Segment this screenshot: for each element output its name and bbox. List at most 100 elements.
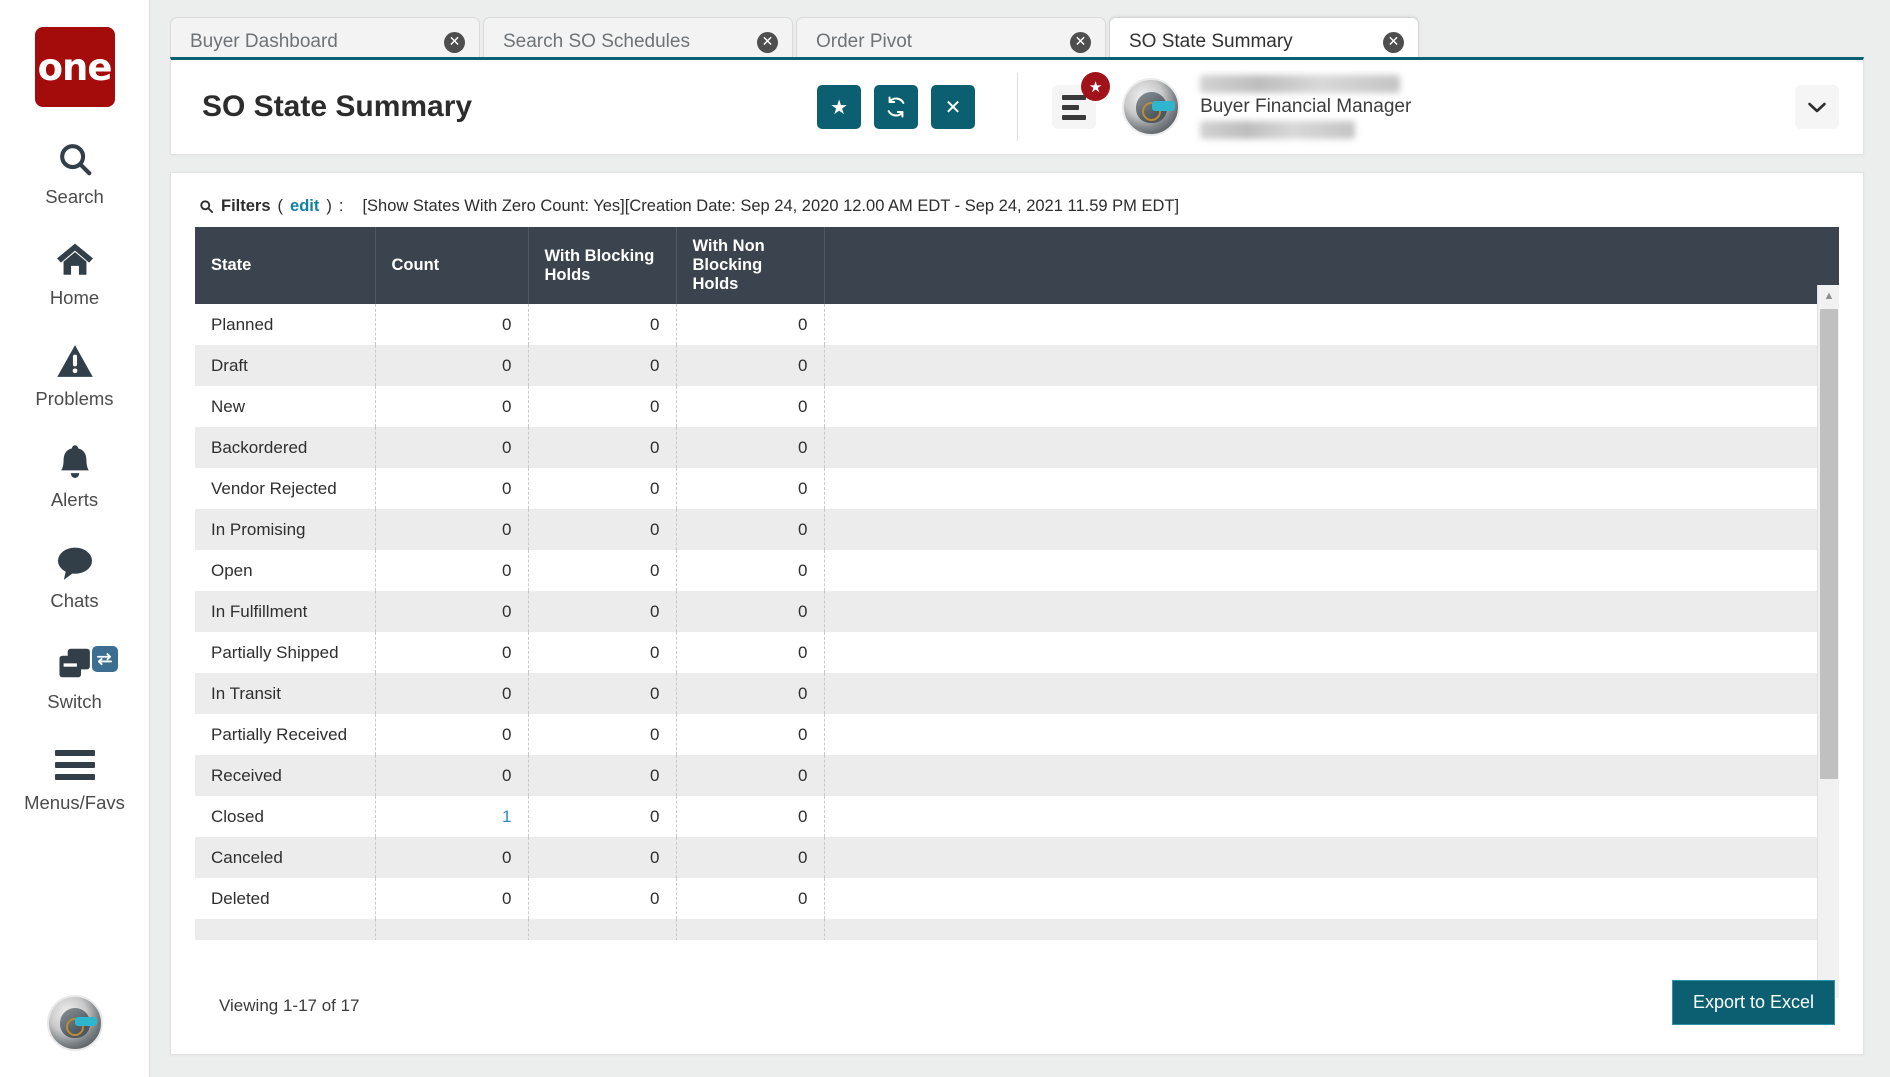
cell-filler <box>824 878 1839 919</box>
cell-with-non-blocking-holds: 0 <box>676 878 824 919</box>
close-icon[interactable]: ✕ <box>444 32 465 53</box>
cell-count: 0 <box>375 386 528 427</box>
cell-state: In Transit <box>195 673 375 714</box>
cell-empty <box>676 919 824 940</box>
column-header-state[interactable]: State <box>195 227 375 304</box>
menu-button[interactable]: ★ <box>1052 85 1096 129</box>
main-area: Buyer Dashboard ✕ Search SO Schedules ✕ … <box>150 0 1890 1077</box>
table-row: Backordered000 <box>195 427 1839 468</box>
cell-with-blocking-holds: 0 <box>528 386 676 427</box>
cell-state: Open <box>195 550 375 591</box>
count-link[interactable]: 1 <box>502 807 511 826</box>
table-row: New000 <box>195 386 1839 427</box>
close-button[interactable]: ✕ <box>931 85 975 129</box>
cell-filler <box>824 755 1839 796</box>
table-row: Vendor Rejected000 <box>195 468 1839 509</box>
filters-edit-link[interactable]: edit <box>290 197 319 216</box>
sidebar-item-search[interactable]: Search <box>0 139 150 208</box>
sidebar-item-alerts[interactable]: Alerts <box>0 442 150 511</box>
scrollbar-thumb[interactable] <box>1820 309 1838 779</box>
tab-label: SO State Summary <box>1129 31 1383 53</box>
page-header: SO State Summary ★ ✕ <box>170 57 1864 155</box>
user-menu-chevron-down-icon[interactable] <box>1795 85 1839 129</box>
cell-with-non-blocking-holds: 0 <box>676 632 824 673</box>
cell-count: 0 <box>375 509 528 550</box>
left-sidebar: one Search Home <box>0 0 150 1077</box>
cell-with-blocking-holds: 0 <box>528 755 676 796</box>
table-row: In Promising000 <box>195 509 1839 550</box>
cell-filler <box>824 796 1839 837</box>
swap-arrows-icon[interactable] <box>92 646 118 672</box>
sidebar-item-chats[interactable]: Chats <box>0 543 150 612</box>
cell-state: Vendor Rejected <box>195 468 375 509</box>
cell-filler <box>824 427 1839 468</box>
cell-count: 0 <box>375 673 528 714</box>
sidebar-item-menus-favs[interactable]: Menus/Favs <box>0 745 150 814</box>
cell-filler <box>824 386 1839 427</box>
cell-with-blocking-holds: 0 <box>528 550 676 591</box>
sidebar-item-switch[interactable]: Switch <box>0 644 150 713</box>
cell-with-non-blocking-holds: 0 <box>676 796 824 837</box>
favorite-button[interactable]: ★ <box>817 85 861 129</box>
chat-bubble-icon <box>55 543 95 583</box>
sidebar-avatar[interactable] <box>47 995 103 1051</box>
cell-with-blocking-holds: 0 <box>528 632 676 673</box>
filters-colon: : <box>339 197 344 216</box>
cell-state: Partially Shipped <box>195 632 375 673</box>
cell-filler <box>824 345 1839 386</box>
cell-filler <box>824 550 1839 591</box>
table-body: Planned000Draft000New000Backordered000Ve… <box>195 304 1839 940</box>
sidebar-item-label: Menus/Favs <box>24 792 125 814</box>
column-header-count[interactable]: Count <box>375 227 528 304</box>
user-org-redacted <box>1200 121 1355 139</box>
cell-filler <box>824 632 1839 673</box>
menu-lines-icon <box>1062 95 1086 120</box>
close-icon[interactable]: ✕ <box>1070 32 1091 53</box>
cell-filler <box>824 468 1839 509</box>
windows-stack-icon <box>56 644 94 684</box>
user-avatar[interactable] <box>1122 78 1180 136</box>
cell-count: 0 <box>375 427 528 468</box>
so-state-summary-body: Planned000Draft000New000Backordered000Ve… <box>195 304 1839 940</box>
sidebar-item-home[interactable]: Home <box>0 240 150 309</box>
table-row: Partially Received000 <box>195 714 1839 755</box>
scroll-up-arrow-icon[interactable]: ▲ <box>1818 285 1840 307</box>
column-header-with-non-blocking-holds[interactable]: With Non Blocking Holds <box>676 227 824 304</box>
so-state-summary-table: State Count With Blocking Holds With Non… <box>195 227 1839 304</box>
cell-with-non-blocking-holds: 0 <box>676 591 824 632</box>
export-to-excel-button[interactable]: Export to Excel <box>1672 980 1835 1025</box>
cell-filler <box>824 509 1839 550</box>
close-icon[interactable]: ✕ <box>1383 32 1404 53</box>
cell-count: 0 <box>375 468 528 509</box>
table-row: Open000 <box>195 550 1839 591</box>
column-header-with-blocking-holds[interactable]: With Blocking Holds <box>528 227 676 304</box>
application-root: one Search Home <box>0 0 1890 1077</box>
app-logo[interactable]: one <box>35 27 115 107</box>
search-icon <box>56 139 94 179</box>
hamburger-icon <box>55 745 95 785</box>
refresh-button[interactable] <box>874 85 918 129</box>
sidebar-item-label: Home <box>50 287 99 309</box>
sidebar-item-label: Switch <box>47 691 102 713</box>
cell-count[interactable]: 1 <box>375 796 528 837</box>
cell-with-blocking-holds: 0 <box>528 878 676 919</box>
tab-label: Search SO Schedules <box>503 31 757 53</box>
sidebar-item-problems[interactable]: Problems <box>0 341 150 410</box>
table-row: In Transit000 <box>195 673 1839 714</box>
table-row: Draft000 <box>195 345 1839 386</box>
bell-icon <box>58 442 92 482</box>
cell-empty <box>375 919 528 940</box>
sidebar-item-label: Problems <box>35 388 113 410</box>
cell-with-non-blocking-holds: 0 <box>676 755 824 796</box>
refresh-icon <box>885 96 907 118</box>
table-row: Canceled000 <box>195 837 1839 878</box>
cell-with-non-blocking-holds: 0 <box>676 304 824 345</box>
cell-with-non-blocking-holds: 0 <box>676 714 824 755</box>
table-row: In Fulfillment000 <box>195 591 1839 632</box>
table-row: Received000 <box>195 755 1839 796</box>
cell-state: Canceled <box>195 837 375 878</box>
content-panel: Filters (edit): [Show States With Zero C… <box>170 172 1864 1055</box>
filters-value: [Show States With Zero Count: Yes][Creat… <box>362 197 1179 216</box>
table-vertical-scrollbar[interactable]: ▲ ▼ <box>1817 285 1839 998</box>
close-icon[interactable]: ✕ <box>757 32 778 53</box>
